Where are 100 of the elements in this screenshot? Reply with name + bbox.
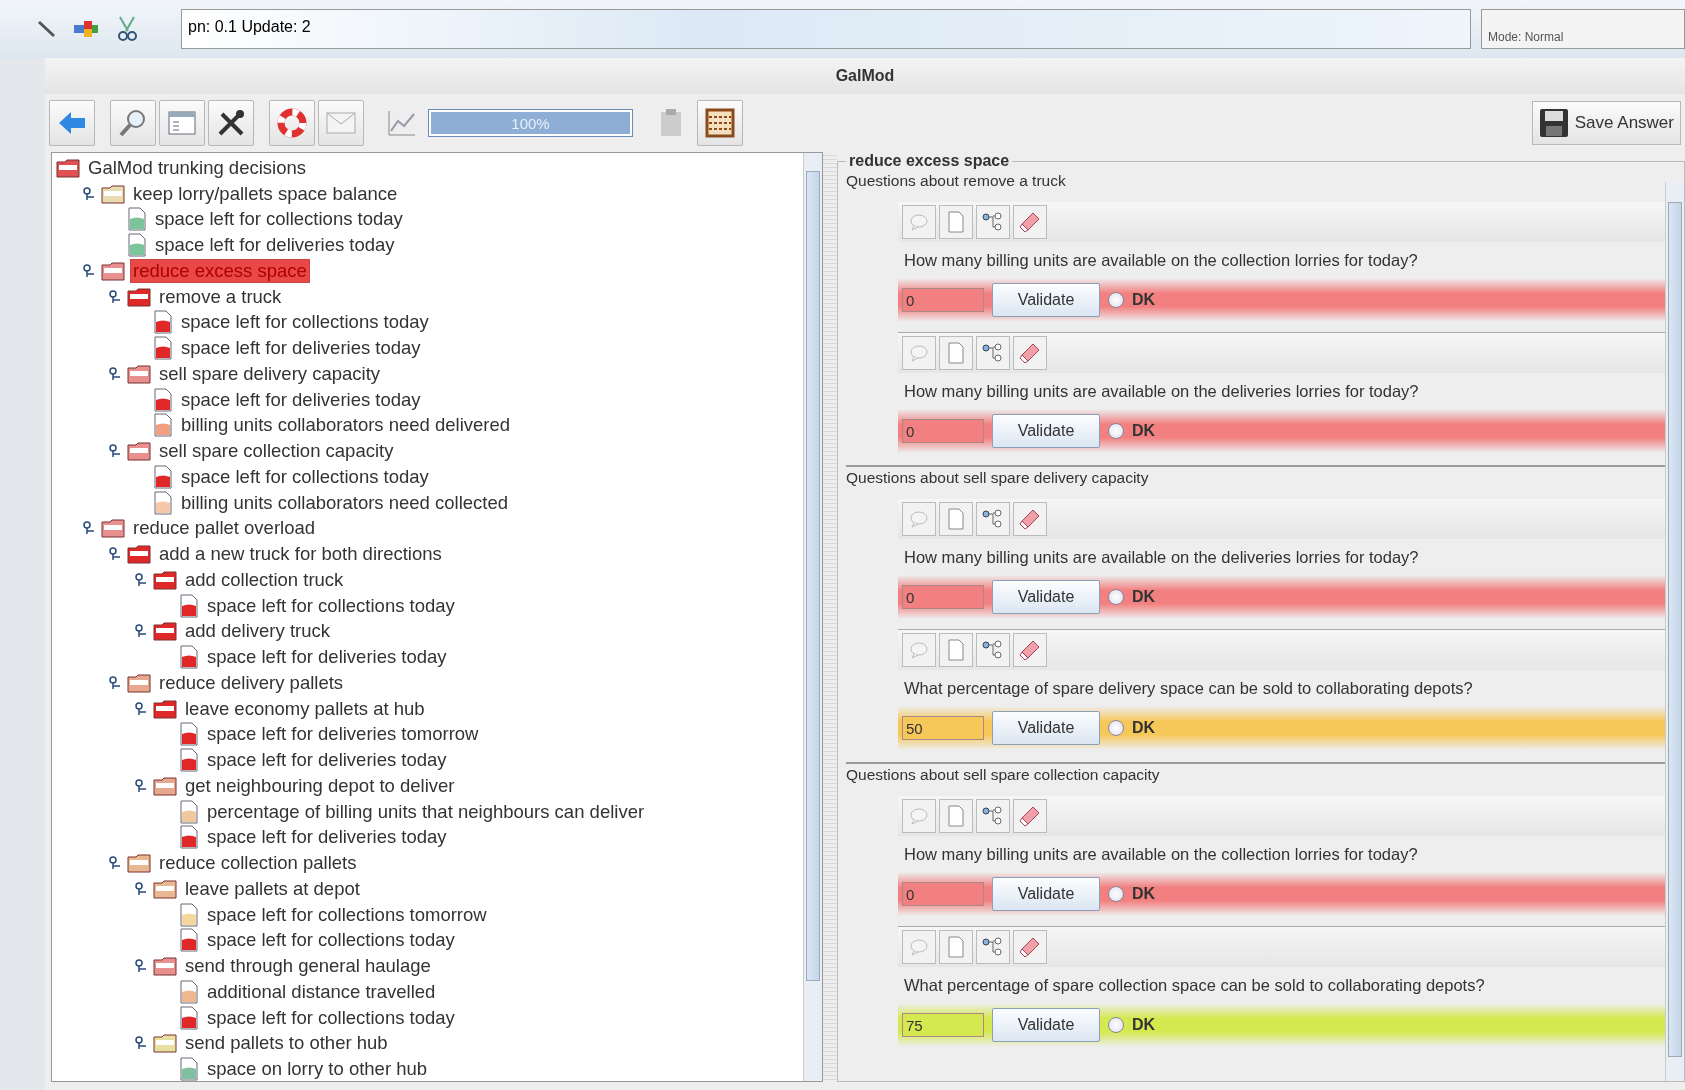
tree-item[interactable]: billing units collaborators need delivered xyxy=(178,413,514,438)
expand-handle-icon[interactable] xyxy=(108,444,122,459)
validate-button[interactable]: Validate xyxy=(992,414,1100,448)
dk-radio[interactable] xyxy=(1108,423,1124,439)
answer-field[interactable]: 50 xyxy=(902,716,984,740)
tree-item[interactable]: space left for deliveries tomorrow xyxy=(204,722,482,747)
tree-item[interactable]: additional distance travelled xyxy=(204,979,439,1004)
tree-item[interactable]: keep lorry/pallets space balance xyxy=(130,181,401,206)
abacus-button[interactable] xyxy=(697,100,743,146)
tree-item[interactable]: send through general haulage xyxy=(182,954,434,979)
tree-item[interactable]: reduce collection pallets xyxy=(156,851,360,876)
tree-item[interactable]: get neighbouring depot to deliver xyxy=(182,773,458,798)
mode-label: Mode: Normal xyxy=(1481,9,1685,49)
expand-handle-icon[interactable] xyxy=(82,521,96,536)
tree-item[interactable]: percentage of billing units that neighbours can deliver xyxy=(204,799,648,824)
answer-field[interactable]: 0 xyxy=(902,419,984,443)
tree-item[interactable]: space left for collections today xyxy=(178,310,432,335)
hierarchy-button[interactable] xyxy=(976,502,1010,536)
tree-item[interactable]: space left for deliveries today xyxy=(178,336,424,361)
tree-item[interactable]: reduce pallet overload xyxy=(130,516,319,541)
dk-radio[interactable] xyxy=(1108,886,1124,902)
expand-handle-icon[interactable] xyxy=(82,263,96,278)
tree-item[interactable]: space left for collections tomorrow xyxy=(204,902,490,927)
expand-handle-icon[interactable] xyxy=(108,366,122,381)
tree-item[interactable]: space left for deliveries today xyxy=(204,825,450,850)
hierarchy-button[interactable] xyxy=(976,633,1010,667)
dk-radio[interactable] xyxy=(1108,720,1124,736)
tree-item[interactable]: space left for collections today xyxy=(204,1005,458,1030)
answer-field[interactable]: 0 xyxy=(902,585,984,609)
expand-handle-icon[interactable] xyxy=(108,547,122,562)
eraser-button[interactable] xyxy=(1013,336,1047,370)
eraser-button[interactable] xyxy=(1013,502,1047,536)
validate-button[interactable]: Validate xyxy=(992,283,1100,317)
tree-item[interactable]: space left for collections today xyxy=(178,464,432,489)
tree-item[interactable]: leave economy pallets at hub xyxy=(182,696,428,721)
save-button[interactable]: Save Answer xyxy=(1531,101,1681,145)
answer-field[interactable]: 0 xyxy=(902,882,984,906)
tree-item[interactable]: GalMod trunking decisions xyxy=(85,155,309,180)
document-icon xyxy=(947,936,965,958)
validate-button[interactable]: Validate xyxy=(992,711,1100,745)
tree-scrollbar[interactable] xyxy=(803,153,822,1081)
expand-handle-icon[interactable] xyxy=(134,959,148,974)
eraser-button[interactable] xyxy=(1013,205,1047,239)
hierarchy-button[interactable] xyxy=(976,930,1010,964)
expand-handle-icon[interactable] xyxy=(108,289,122,304)
detail-title: reduce excess space xyxy=(848,152,1011,170)
answer-field[interactable]: 75 xyxy=(902,1013,984,1037)
search-button[interactable] xyxy=(110,100,156,146)
window-icon xyxy=(167,110,197,136)
eraser-button[interactable] xyxy=(1013,799,1047,833)
tree-item[interactable]: sell spare collection capacity xyxy=(156,439,397,464)
expand-handle-icon[interactable] xyxy=(82,186,96,201)
tools-button[interactable] xyxy=(208,100,254,146)
tree-item[interactable]: add a new truck for both directions xyxy=(156,542,445,567)
dk-radio[interactable] xyxy=(1108,589,1124,605)
eraser-button[interactable] xyxy=(1013,633,1047,667)
answer-field[interactable]: 0 xyxy=(902,288,984,312)
tree-item[interactable]: space left for deliveries today xyxy=(178,387,424,412)
validate-button[interactable]: Validate xyxy=(992,1008,1100,1042)
expand-handle-icon[interactable] xyxy=(134,701,148,716)
folder-icon xyxy=(101,183,125,204)
tree-item[interactable]: space left for collections today xyxy=(204,593,458,618)
dk-radio[interactable] xyxy=(1108,292,1124,308)
tree-item[interactable]: space left for collections today xyxy=(204,928,458,953)
tree-item[interactable]: billing units collaborators need collected xyxy=(178,490,512,515)
validate-button[interactable]: Validate xyxy=(992,580,1100,614)
expand-handle-icon[interactable] xyxy=(134,624,148,639)
tree-item[interactable]: space on lorry to other hub xyxy=(204,1057,431,1081)
lifebuoy-button[interactable] xyxy=(269,100,315,146)
tree-item[interactable]: add delivery truck xyxy=(182,619,333,644)
expand-handle-icon[interactable] xyxy=(108,856,122,871)
tree-item[interactable]: space left for deliveries today xyxy=(204,748,450,773)
hierarchy-button[interactable] xyxy=(976,336,1010,370)
folder-icon xyxy=(56,157,80,178)
expand-handle-icon[interactable] xyxy=(134,881,148,896)
tree-item[interactable]: add collection truck xyxy=(182,567,347,592)
expand-handle-icon[interactable] xyxy=(134,572,148,587)
tree-item[interactable]: remove a truck xyxy=(156,284,285,309)
question-text: How many billing units are available on the deliveries lorries for today? xyxy=(903,381,1420,402)
hierarchy-button[interactable] xyxy=(976,205,1010,239)
tree-item[interactable]: space left for deliveries today xyxy=(152,233,398,258)
tree-item[interactable]: send pallets to other hub xyxy=(182,1031,391,1056)
detail-scrollbar[interactable] xyxy=(1665,182,1684,1081)
eraser-icon xyxy=(1019,211,1041,233)
tree-item[interactable]: sell spare delivery capacity xyxy=(156,361,384,386)
tree-item[interactable]: space left for collections today xyxy=(152,207,406,232)
tree-item[interactable]: space left for deliveries today xyxy=(204,645,450,670)
document-icon xyxy=(179,1005,199,1030)
tree-item[interactable]: leave pallets at depot xyxy=(182,876,363,901)
expand-handle-icon[interactable] xyxy=(134,1036,148,1051)
eraser-button[interactable] xyxy=(1013,930,1047,964)
split-handle[interactable] xyxy=(823,152,837,1082)
expand-handle-icon[interactable] xyxy=(108,675,122,690)
expand-handle-icon[interactable] xyxy=(134,778,148,793)
document-icon xyxy=(179,593,199,618)
hierarchy-button[interactable] xyxy=(976,799,1010,833)
dk-radio[interactable] xyxy=(1108,1017,1124,1033)
back-button[interactable] xyxy=(49,100,95,146)
tree-item[interactable]: reduce delivery pallets xyxy=(156,670,347,695)
validate-button[interactable]: Validate xyxy=(992,877,1100,911)
